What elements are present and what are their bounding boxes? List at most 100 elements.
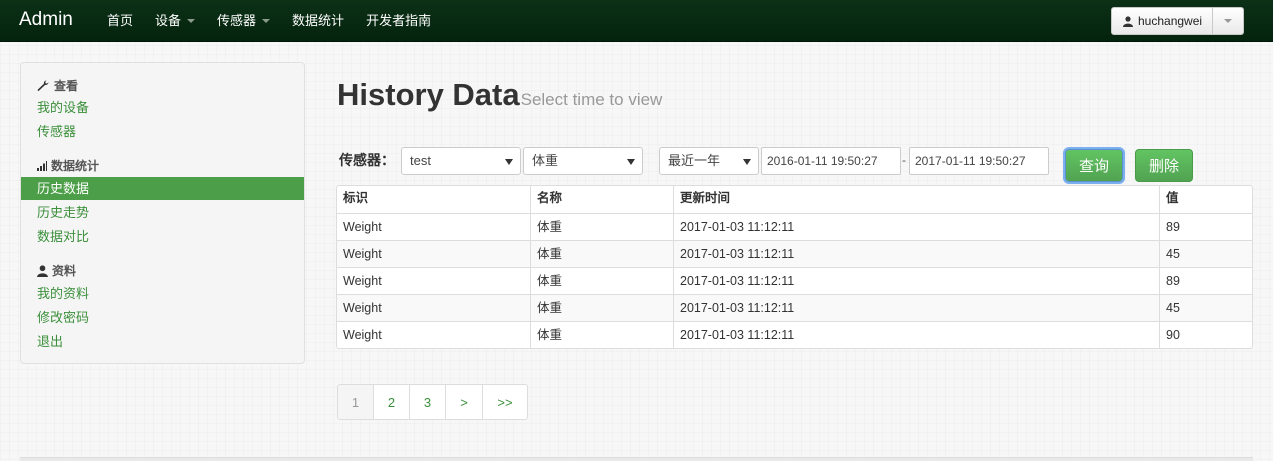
last-page-button[interactable]: >> (482, 385, 527, 419)
page-2-button[interactable]: 2 (373, 385, 409, 419)
table-cell: 体重 (530, 241, 673, 267)
page-1-button[interactable]: 1 (338, 385, 373, 419)
table-row: Weight 体重 2017-01-03 11:12:11 90 (337, 321, 1252, 348)
nav-item-dev-guide[interactable]: 开发者指南 (355, 0, 442, 42)
table-cell: 89 (1159, 214, 1252, 240)
table-cell: 2017-01-03 11:12:11 (673, 214, 1159, 240)
nav-item-label: 传感器 (217, 13, 257, 28)
footer-divider (20, 457, 1253, 461)
table-row: Weight 体重 2017-01-03 11:12:11 45 (337, 240, 1252, 267)
device-select[interactable]: test (401, 147, 521, 175)
device-select-value: test (410, 153, 431, 168)
sidebar-header-label: 资料 (52, 264, 77, 278)
table-cell: 45 (1159, 295, 1252, 321)
sidebar-header-label: 查看 (54, 79, 79, 93)
sidebar-item-my-devices[interactable]: 我的设备 (21, 96, 304, 119)
user-dropdown-toggle[interactable] (1213, 8, 1243, 34)
delete-button[interactable]: 删除 (1135, 149, 1193, 182)
main-nav: 首页 设备 传感器 数据统计 开发者指南 (96, 0, 442, 42)
table-cell: 体重 (530, 268, 673, 294)
history-data-table: 标识 名称 更新时间 值 Weight 体重 2017-01-03 11:12:… (336, 185, 1253, 349)
top-navbar: Admin 首页 设备 传感器 数据统计 开发者指南 huchangwei (0, 0, 1273, 42)
sidebar-header-profile: 资料 (37, 262, 76, 279)
user-menu: huchangwei (1111, 7, 1245, 35)
chevron-down-icon (505, 159, 513, 165)
brand-logo[interactable]: Admin (19, 9, 73, 31)
sidebar-item-logout[interactable]: 退出 (21, 330, 304, 353)
date-range-separator: - (902, 153, 906, 167)
sidebar-item-sensors[interactable]: 传感器 (21, 120, 304, 143)
chevron-down-icon (743, 159, 751, 165)
user-button[interactable]: huchangwei (1112, 8, 1214, 34)
nav-item-home[interactable]: 首页 (96, 0, 144, 42)
nav-item-sensors[interactable]: 传感器 (206, 0, 281, 42)
page-subtitle: Select time to view (520, 90, 663, 109)
bar-chart-icon (37, 160, 47, 171)
pagination: 1 2 3 > >> (337, 384, 528, 420)
sidebar-item-label: 历史走势 (37, 205, 90, 220)
sensor-select-value: 体重 (532, 153, 559, 168)
sidebar-item-label: 数据对比 (37, 229, 90, 244)
table-cell: 90 (1159, 322, 1252, 348)
nav-item-label: 数据统计 (292, 13, 345, 28)
table-cell: Weight (343, 274, 382, 288)
column-header-value: 值 (1159, 186, 1252, 213)
chevron-down-icon (187, 19, 196, 23)
table-cell: 2017-01-03 11:12:11 (673, 295, 1159, 321)
sidebar-item-label: 历史数据 (37, 181, 90, 196)
table-cell: 89 (1159, 268, 1252, 294)
sidebar-item-label: 我的设备 (37, 100, 90, 115)
table-cell: 2017-01-03 11:12:11 (673, 241, 1159, 267)
table-row: Weight 体重 2017-01-03 11:12:11 45 (337, 294, 1252, 321)
table-cell: 45 (1159, 241, 1252, 267)
user-icon (37, 264, 48, 277)
page-title: History Data Select time to view (337, 77, 662, 113)
sidebar-item-change-password[interactable]: 修改密码 (21, 306, 304, 329)
sidebar-item-history-trend[interactable]: 历史走势 (21, 201, 304, 224)
end-time-input[interactable]: 2017-01-11 19:50:27 (909, 147, 1049, 175)
table-row: Weight 体重 2017-01-03 11:12:11 89 (337, 213, 1252, 240)
time-range-value: 最近一年 (668, 153, 721, 168)
table-cell: 体重 (530, 295, 673, 321)
nav-item-statistics[interactable]: 数据统计 (281, 0, 355, 42)
nav-item-label: 开发者指南 (366, 13, 432, 28)
table-row: Weight 体重 2017-01-03 11:12:11 89 (337, 267, 1252, 294)
wrench-icon (37, 80, 49, 91)
sidebar-header-label: 数据统计 (51, 159, 100, 173)
chevron-down-icon (627, 159, 635, 165)
sidebar-item-label: 退出 (37, 334, 64, 349)
sidebar-item-label: 我的资料 (37, 286, 90, 301)
sidebar-item-label: 修改密码 (37, 310, 90, 325)
sidebar-item-label: 传感器 (37, 124, 77, 139)
table-cell: 体重 (530, 322, 673, 348)
query-button[interactable]: 查询 (1065, 149, 1123, 182)
table-cell: Weight (343, 328, 382, 342)
sidebar-header-view: 查看 (37, 77, 78, 94)
page-title-text: History Data (337, 77, 520, 112)
next-page-button[interactable]: > (445, 385, 482, 419)
sensor-filter-label: 传感器： (339, 152, 395, 168)
sidebar-item-history-data[interactable]: 历史数据 (21, 177, 304, 200)
nav-item-label: 首页 (107, 13, 134, 28)
chevron-down-icon (1224, 19, 1233, 23)
chevron-down-icon (262, 19, 271, 23)
nav-item-devices[interactable]: 设备 (144, 0, 206, 42)
column-header-id: 标识 (343, 191, 369, 205)
table-cell: 体重 (530, 214, 673, 240)
page-3-button[interactable]: 3 (409, 385, 445, 419)
sidebar: 查看 我的设备 传感器 数据统计 历史数据 历史走势 数据对比 资料 我的资料 … (20, 62, 305, 364)
table-cell: 2017-01-03 11:12:11 (673, 268, 1159, 294)
table-header-row: 标识 名称 更新时间 值 (337, 186, 1252, 213)
table-cell: Weight (343, 301, 382, 315)
time-range-select[interactable]: 最近一年 (659, 147, 759, 175)
sidebar-item-data-compare[interactable]: 数据对比 (21, 225, 304, 248)
start-time-input[interactable]: 2016-01-11 19:50:27 (761, 147, 901, 175)
sensor-select[interactable]: 体重 (523, 147, 643, 175)
sidebar-item-my-profile[interactable]: 我的资料 (21, 282, 304, 305)
table-cell: Weight (343, 220, 382, 234)
column-header-update-time: 更新时间 (673, 186, 1159, 213)
table-cell: 2017-01-03 11:12:11 (673, 322, 1159, 348)
user-icon (1123, 15, 1133, 27)
sidebar-header-statistics: 数据统计 (37, 157, 99, 174)
nav-item-label: 设备 (155, 13, 182, 28)
